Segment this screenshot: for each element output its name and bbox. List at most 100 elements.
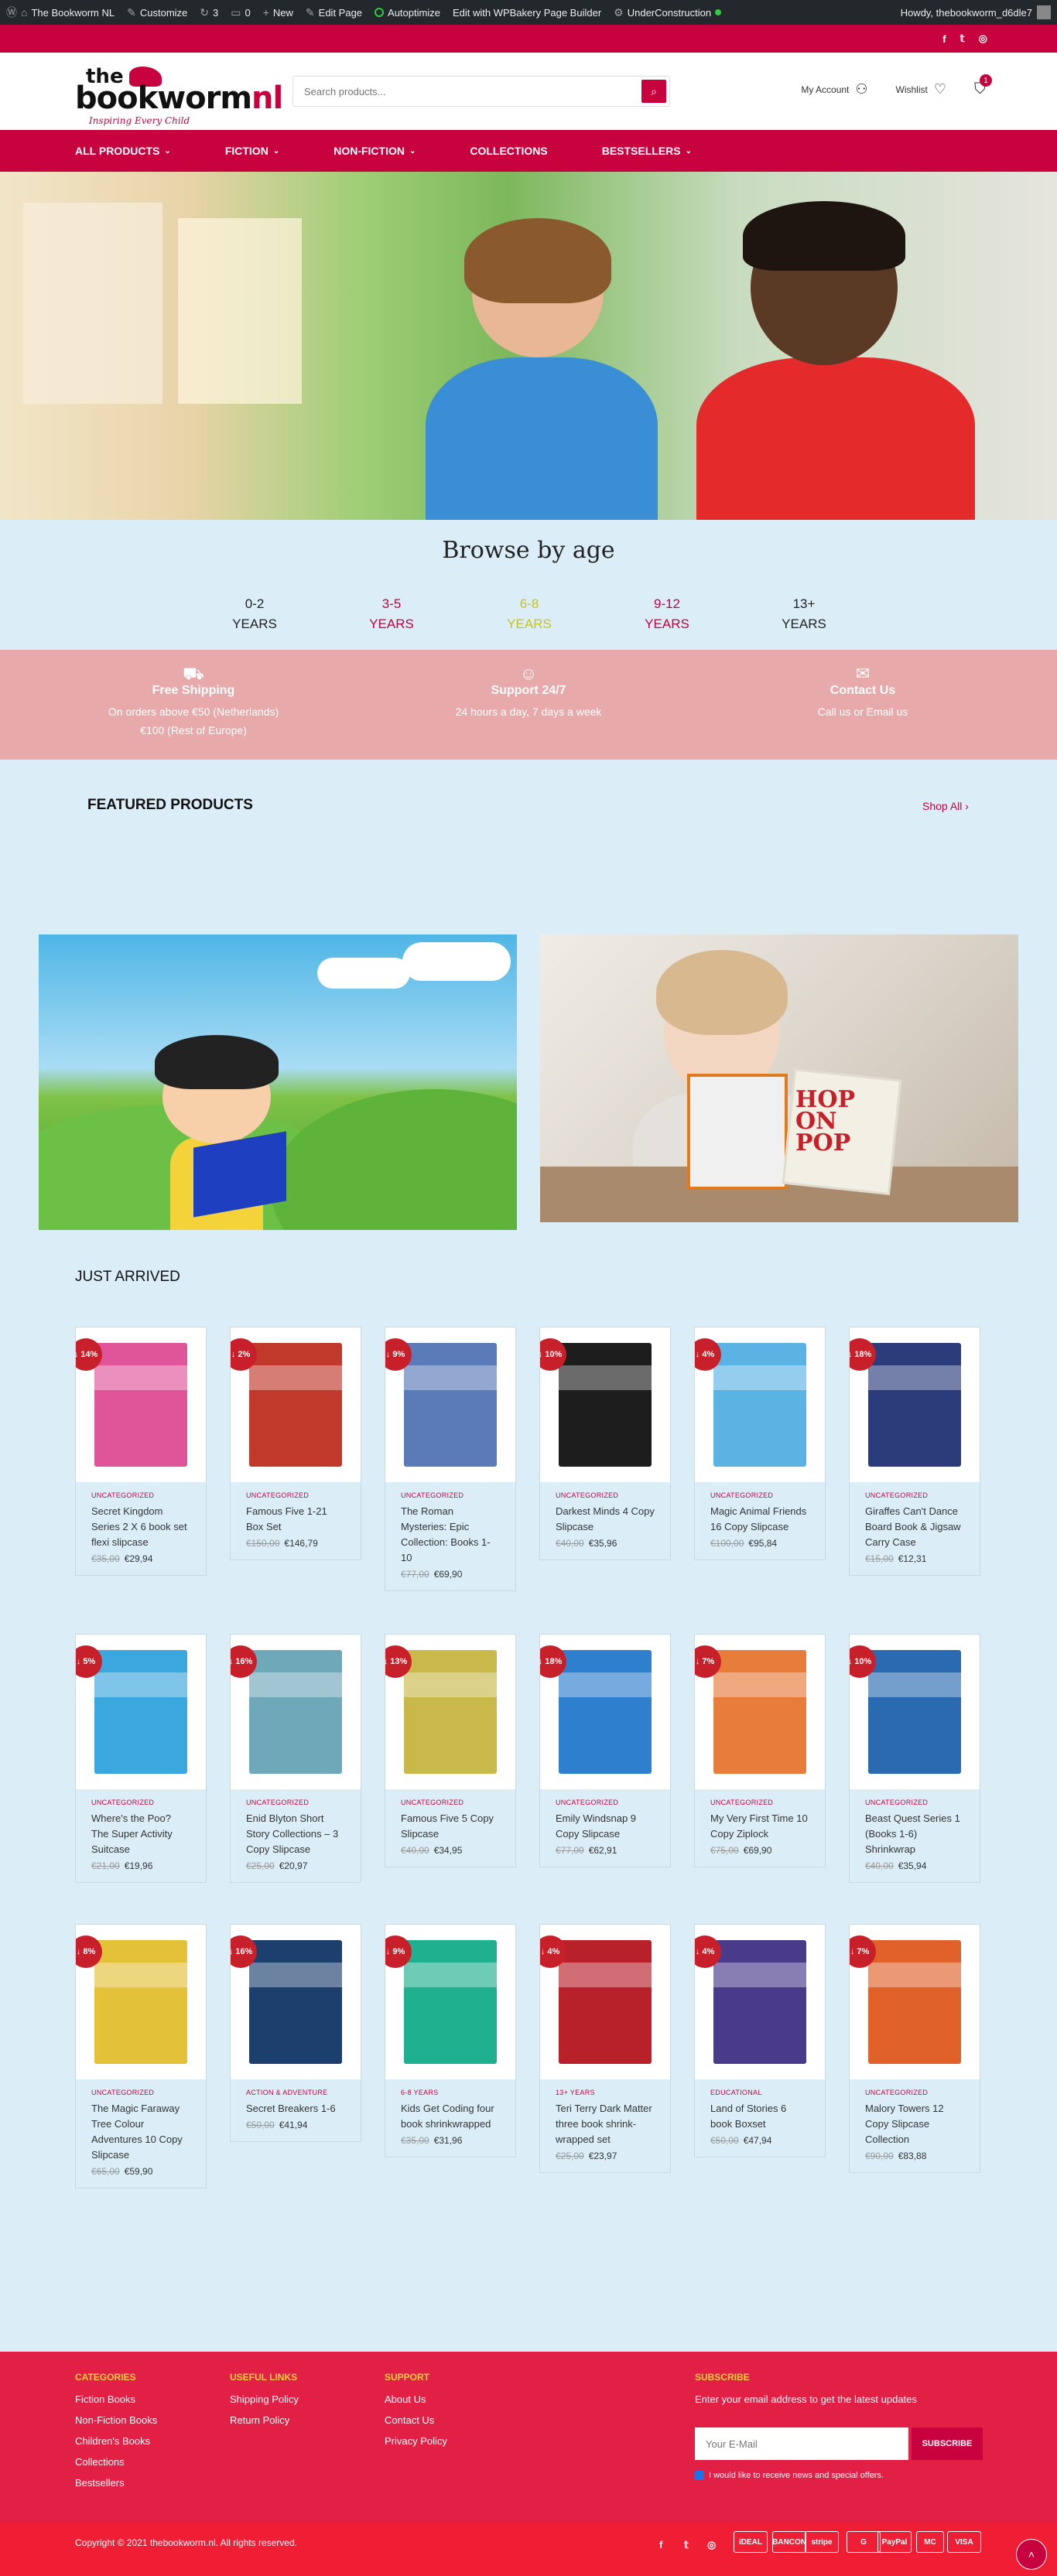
product-image[interactable]: ↓ 7% xyxy=(850,1925,980,2079)
product-name[interactable]: The Roman Mysteries: Epic Collection: Bo… xyxy=(401,1504,500,1566)
product-image[interactable]: ↓ 4% xyxy=(695,1327,825,1482)
product-card[interactable]: ↓ 16% ACTION & ADVENTURE Secret Breakers 1… xyxy=(230,1924,361,2142)
age-group-6-8[interactable]: 6-8 YEARS xyxy=(498,594,560,634)
product-image[interactable]: ↓ 18% xyxy=(850,1327,980,1482)
product-image[interactable]: ↓ 16% xyxy=(231,1925,361,2079)
nav-item-collections[interactable]: COLLECTIONS xyxy=(470,145,547,157)
product-image[interactable]: ↓ 14% xyxy=(76,1327,206,1482)
product-category[interactable]: UNCATEGORIZED xyxy=(865,2089,964,2096)
age-group-9-12[interactable]: 9-12 YEARS xyxy=(636,594,698,634)
product-category[interactable]: EDUCATIONAL xyxy=(710,2089,809,2096)
product-category[interactable]: 6-8 YEARS xyxy=(401,2089,500,2096)
product-category[interactable]: UNCATEGORIZED xyxy=(556,1491,655,1499)
product-card[interactable]: ↓ 5% UNCATEGORIZED Where's the Poo? The Su… xyxy=(75,1634,207,1883)
shop-all-link[interactable]: Shop All › xyxy=(922,800,969,812)
product-image[interactable]: ↓ 5% xyxy=(76,1635,206,1789)
cart-button[interactable]: ⛉ 1 xyxy=(974,74,992,98)
product-name[interactable]: Malory Towers 12 Copy Slipcase Collectio… xyxy=(865,2101,964,2147)
product-card[interactable]: ↓ 16% UNCATEGORIZED Enid Blyton Short Stor… xyxy=(230,1634,361,1883)
product-name[interactable]: The Magic Faraway Tree Colour Adventures… xyxy=(91,2101,190,2163)
admin-user-greeting[interactable]: Howdy, thebookworm_d6dle7 xyxy=(901,7,1032,19)
subscribe-button[interactable]: SUBSCRIBE xyxy=(912,2427,983,2460)
product-card[interactable]: ↓ 2% UNCATEGORIZED Famous Five 1-21 Box Se… xyxy=(230,1327,361,1560)
nav-item-bestsellers[interactable]: BESTSELLERS ⌄ xyxy=(602,145,692,157)
product-image[interactable]: ↓ 10% xyxy=(540,1327,670,1482)
wishlist-link[interactable]: Wishlist ♡ xyxy=(896,81,946,97)
product-card[interactable]: ↓ 9% UNCATEGORIZED The Roman Mysteries: Ep… xyxy=(385,1327,516,1591)
promo-banner-cartoon[interactable] xyxy=(39,934,517,1230)
product-category[interactable]: UNCATEGORIZED xyxy=(246,1491,345,1499)
product-card[interactable]: ↓ 10% UNCATEGORIZED Beast Quest Series 1 (… xyxy=(849,1634,980,1883)
product-image[interactable]: ↓ 4% xyxy=(695,1925,825,2079)
product-name[interactable]: Where's the Poo? The Super Activity Suit… xyxy=(91,1811,190,1857)
product-name[interactable]: Secret Breakers 1-6 xyxy=(246,2101,345,2116)
footer-category-link[interactable]: Bestsellers xyxy=(75,2477,157,2489)
product-card[interactable]: ↓ 13% UNCATEGORIZED Famous Five 5 Copy Sli… xyxy=(385,1634,516,1867)
instagram-icon[interactable]: ◎ xyxy=(979,32,987,45)
site-logo[interactable]: the bookwormnl Inspiring Every Child xyxy=(75,65,283,126)
admin-customize-link[interactable]: ✎ Customize xyxy=(127,6,187,19)
product-name[interactable]: Land of Stories 6 book Boxset xyxy=(710,2101,809,2132)
promo-banner-girl-reading[interactable]: HOP ON POP xyxy=(540,934,1018,1222)
product-category[interactable]: UNCATEGORIZED xyxy=(246,1799,345,1806)
age-group-3-5[interactable]: 3-5 YEARS xyxy=(361,594,422,634)
twitter-icon[interactable]: 𝕥 xyxy=(960,32,965,45)
footer-support-link[interactable]: Contact Us xyxy=(385,2414,447,2426)
product-image[interactable]: ↓ 13% xyxy=(385,1635,515,1789)
age-group-13+[interactable]: 13+ YEARS xyxy=(773,594,835,634)
product-name[interactable]: Magic Animal Friends 16 Copy Slipcase xyxy=(710,1504,809,1535)
footer-category-link[interactable]: Fiction Books xyxy=(75,2393,157,2405)
search-input[interactable] xyxy=(293,77,634,106)
admin-comments-link[interactable]: ▭ 0 xyxy=(231,6,250,19)
product-name[interactable]: Famous Five 5 Copy Slipcase xyxy=(401,1811,500,1842)
consent-checkbox[interactable] xyxy=(695,2471,704,2480)
admin-edit-page-link[interactable]: ✎ Edit Page xyxy=(306,6,362,19)
product-category[interactable]: ACTION & ADVENTURE xyxy=(246,2089,345,2096)
age-group-0-2[interactable]: 0-2 YEARS xyxy=(224,594,286,634)
product-name[interactable]: Kids Get Coding four book shrinkwrapped xyxy=(401,2101,500,2132)
footer-useful-link[interactable]: Shipping Policy xyxy=(230,2393,299,2405)
facebook-icon[interactable]: f xyxy=(942,33,946,45)
product-name[interactable]: Secret Kingdom Series 2 X 6 book set fle… xyxy=(91,1504,190,1550)
product-category[interactable]: 13+ YEARS xyxy=(556,2089,655,2096)
product-category[interactable]: UNCATEGORIZED xyxy=(91,2089,190,2096)
footer-useful-link[interactable]: Return Policy xyxy=(230,2414,299,2426)
product-category[interactable]: UNCATEGORIZED xyxy=(91,1491,190,1499)
product-card[interactable]: ↓ 18% UNCATEGORIZED Emily Windsnap 9 Copy … xyxy=(539,1634,671,1867)
product-card[interactable]: ↓ 18% UNCATEGORIZED Giraffes Can't Dance B… xyxy=(849,1327,980,1576)
product-card[interactable]: ↓ 8% UNCATEGORIZED The Magic Faraway Tree … xyxy=(75,1924,207,2188)
product-card[interactable]: ↓ 10% UNCATEGORIZED Darkest Minds 4 Copy S… xyxy=(539,1327,671,1560)
admin-new-link[interactable]: + New xyxy=(263,6,293,19)
product-category[interactable]: UNCATEGORIZED xyxy=(865,1491,964,1499)
instagram-icon[interactable]: ◎ xyxy=(707,2539,716,2551)
footer-support-link[interactable]: Privacy Policy xyxy=(385,2435,447,2447)
product-category[interactable]: UNCATEGORIZED xyxy=(401,1491,500,1499)
product-image[interactable]: ↓ 16% xyxy=(231,1635,361,1789)
product-name[interactable]: Emily Windsnap 9 Copy Slipcase xyxy=(556,1811,655,1842)
twitter-icon[interactable]: 𝕥 xyxy=(684,2539,689,2551)
product-image[interactable]: ↓ 9% xyxy=(385,1327,515,1482)
product-name[interactable]: Enid Blyton Short Story Collections – 3 … xyxy=(246,1811,345,1857)
product-image[interactable]: ↓ 9% xyxy=(385,1925,515,2079)
product-name[interactable]: Famous Five 1-21 Box Set xyxy=(246,1504,345,1535)
contact-info[interactable]: ✉ Contact Us Call us or Email us xyxy=(739,664,987,721)
product-image[interactable]: ↓ 7% xyxy=(695,1635,825,1789)
email-field[interactable] xyxy=(695,2427,908,2460)
product-image[interactable]: ↓ 4% xyxy=(540,1925,670,2079)
footer-category-link[interactable]: Collections xyxy=(75,2456,157,2468)
product-name[interactable]: Beast Quest Series 1 (Books 1-6) Shrinkw… xyxy=(865,1811,964,1857)
product-card[interactable]: ↓ 9% 6-8 YEARS Kids Get Coding four book s… xyxy=(385,1924,516,2157)
product-card[interactable]: ↓ 7% UNCATEGORIZED My Very First Time 10 C… xyxy=(694,1634,826,1867)
consent-checkbox-row[interactable]: I would like to receive news and special… xyxy=(695,2471,884,2480)
product-name[interactable]: Darkest Minds 4 Copy Slipcase xyxy=(556,1504,655,1535)
product-image[interactable]: ↓ 2% xyxy=(231,1327,361,1482)
admin-autoptimize-link[interactable]: Autoptimize xyxy=(375,7,440,19)
product-category[interactable]: UNCATEGORIZED xyxy=(865,1799,964,1806)
footer-category-link[interactable]: Non-Fiction Books xyxy=(75,2414,157,2426)
admin-under-construction-link[interactable]: ⚙ UnderConstruction xyxy=(614,6,722,19)
admin-wpbakery-link[interactable]: Edit with WPBakery Page Builder xyxy=(453,7,601,19)
product-category[interactable]: UNCATEGORIZED xyxy=(710,1491,809,1499)
footer-category-link[interactable]: Children's Books xyxy=(75,2435,157,2447)
product-name[interactable]: My Very First Time 10 Copy Ziplock xyxy=(710,1811,809,1842)
avatar[interactable] xyxy=(1037,5,1051,19)
